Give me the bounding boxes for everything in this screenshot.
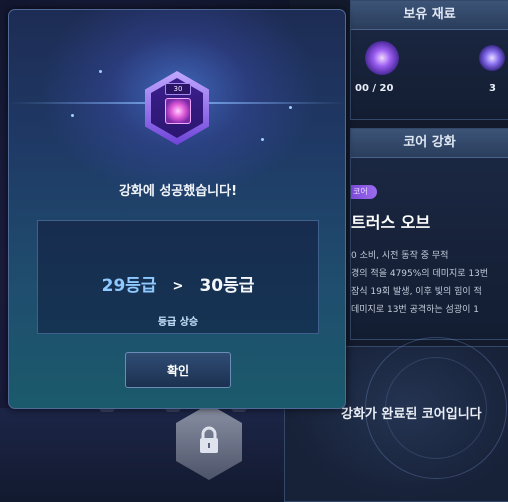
material-orb-icon (479, 45, 505, 71)
core-enhance-panel: 코어 강화 코어 트러스 오브 0 소비, 시전 동작 중 무적 경의 적을 4… (350, 128, 508, 340)
material-count: 00 / 20 (355, 83, 394, 94)
core-description-line: 잠식 19회 발생, 이후 빛의 힘이 적 (351, 287, 482, 297)
core-type-tag: 코어 (351, 185, 377, 199)
grade-from: 29등급 (101, 276, 157, 296)
core-description-line: 0 소비, 시전 동작 중 무적 (351, 251, 449, 261)
materials-title: 보유 재료 (351, 1, 508, 30)
materials-panel: 보유 재료 00 / 20 3 (350, 0, 508, 120)
lock-icon (200, 426, 218, 453)
enhance-complete-message: 강화가 완료된 코어입니다 (341, 407, 482, 422)
grade-arrow: > (172, 279, 184, 294)
sparkle (289, 106, 292, 109)
material-count: 3 (489, 83, 496, 94)
core-description-line: 경의 적을 4795%의 데미지로 13번 (351, 269, 489, 279)
core-enhance-title: 코어 강화 (351, 129, 508, 158)
grade-status: 등급 상승 (157, 317, 199, 328)
sparkle (99, 70, 102, 73)
background-bottom (0, 408, 290, 502)
core-description-line: 데미지로 13번 공격하는 섬광이 1 (351, 305, 479, 315)
sparkle (71, 114, 74, 117)
core-icon (165, 98, 191, 124)
enhance-success-dialog: 30 강화에 성공했습니다! 29등급 >30등급 등급 상승 확인 (8, 9, 346, 409)
confirm-button[interactable]: 확인 (125, 352, 231, 388)
grade-change: 29등급 >30등급 (38, 271, 318, 296)
grade-result-box: 29등급 >30등급 등급 상승 (37, 220, 319, 334)
sparkle (261, 138, 264, 141)
core-description: 0 소비, 시전 동작 중 무적 경의 적을 4795%의 데미지로 13번 잠… (351, 247, 508, 319)
core-name: 트러스 오브 (351, 213, 431, 232)
material-orb-icon (365, 41, 399, 75)
grade-to: 30등급 (199, 276, 255, 296)
success-message: 강화에 성공했습니다! (118, 184, 238, 199)
core-level-badge: 30 (165, 83, 191, 95)
